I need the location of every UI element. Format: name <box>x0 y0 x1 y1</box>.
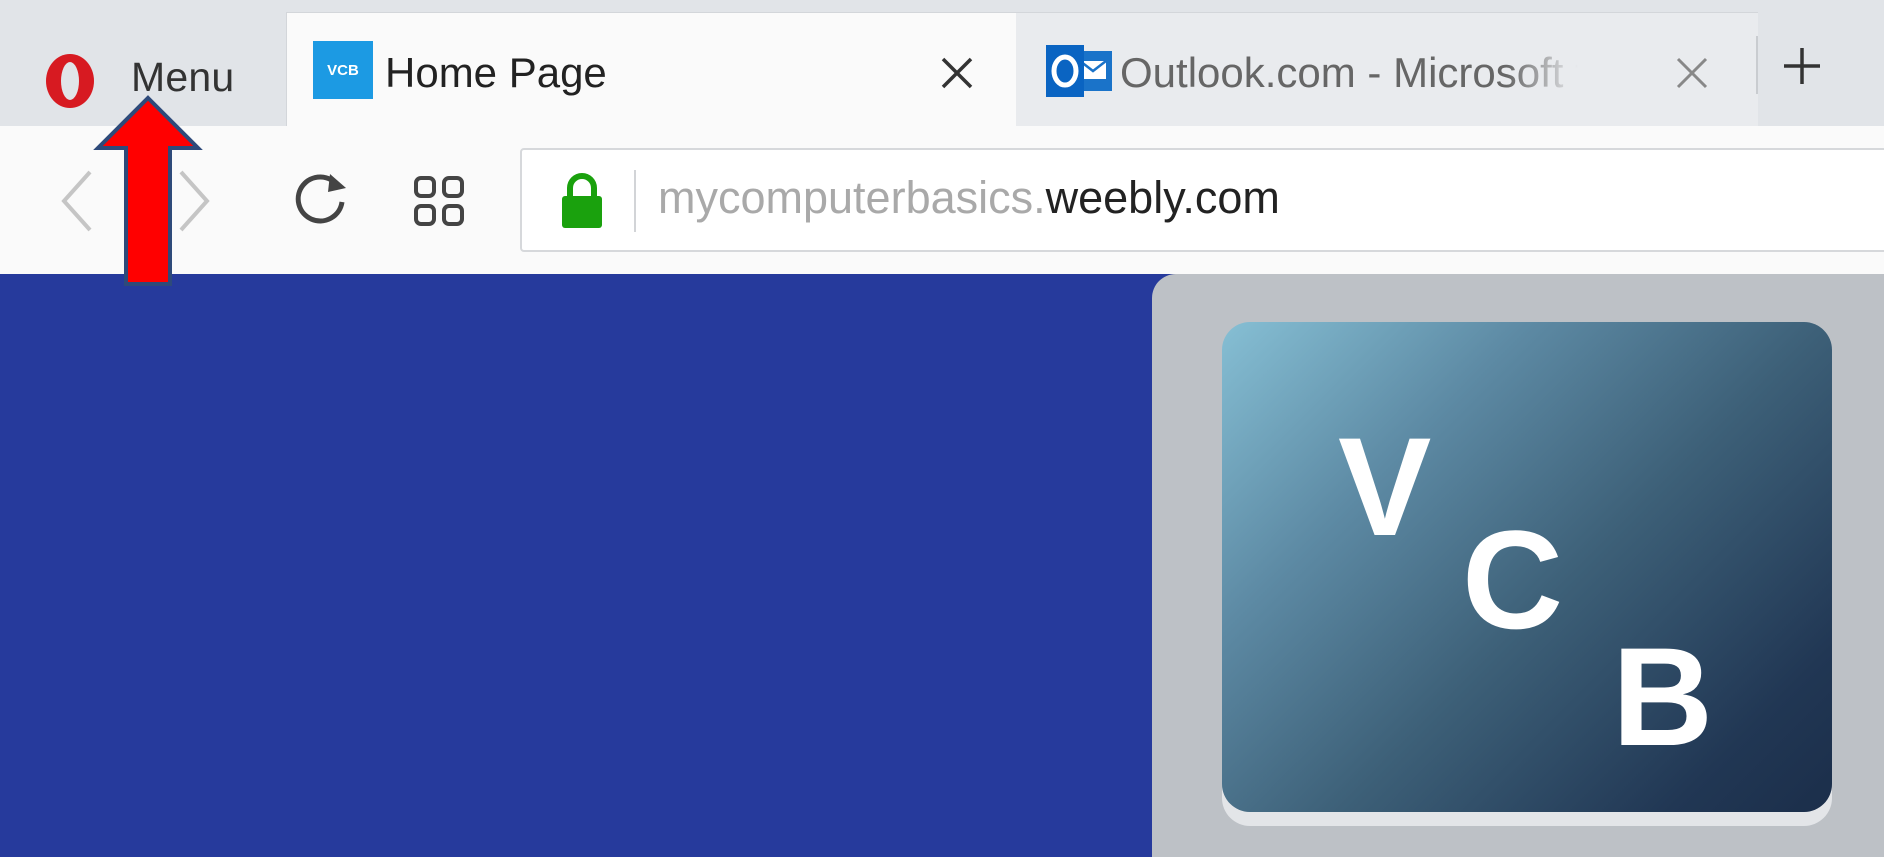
url-domain: weebly.com <box>1045 172 1280 223</box>
reload-icon[interactable] <box>288 166 352 230</box>
opera-logo-icon <box>46 54 94 108</box>
tab-title: Home Page <box>385 49 607 96</box>
screenshot-frame: Menu VCB Home Page Outlook.com - Microso… <box>0 0 1884 857</box>
navigation-toolbar: mycomputerbasics.weebly.com <box>0 126 1884 274</box>
address-bar[interactable]: mycomputerbasics.weebly.com <box>520 148 1884 252</box>
logo-letter-c: C <box>1462 501 1564 658</box>
logo-letter-v: V <box>1338 408 1432 565</box>
tab-outlook[interactable]: Outlook.com - Microsoft f <box>1016 12 1758 127</box>
tab-title-fade <box>1506 39 1596 99</box>
vcb-logo[interactable]: V C B <box>1222 322 1832 812</box>
vcb-logo-frame: V C B <box>1152 274 1884 857</box>
tab-separator <box>1756 36 1758 94</box>
tab-home-page[interactable]: VCB Home Page <box>286 12 1018 127</box>
new-tab-plus-icon[interactable] <box>1780 44 1824 88</box>
close-icon[interactable] <box>935 51 979 95</box>
back-icon[interactable] <box>56 166 96 236</box>
tab-strip: Menu VCB Home Page Outlook.com - Microso… <box>0 0 1884 127</box>
url-text[interactable]: mycomputerbasics.weebly.com <box>658 172 1280 224</box>
lock-icon[interactable] <box>558 172 606 230</box>
page-content: V C B <box>0 274 1884 857</box>
logo-letter-b: B <box>1612 618 1714 775</box>
vcb-favicon-icon: VCB <box>313 41 373 99</box>
outlook-favicon-icon <box>1046 45 1112 97</box>
close-icon[interactable] <box>1670 51 1714 95</box>
url-subdomain: mycomputerbasics. <box>658 172 1046 223</box>
address-divider <box>634 170 636 232</box>
speed-dial-icon[interactable] <box>412 174 466 228</box>
red-arrow-annotation <box>93 95 203 286</box>
